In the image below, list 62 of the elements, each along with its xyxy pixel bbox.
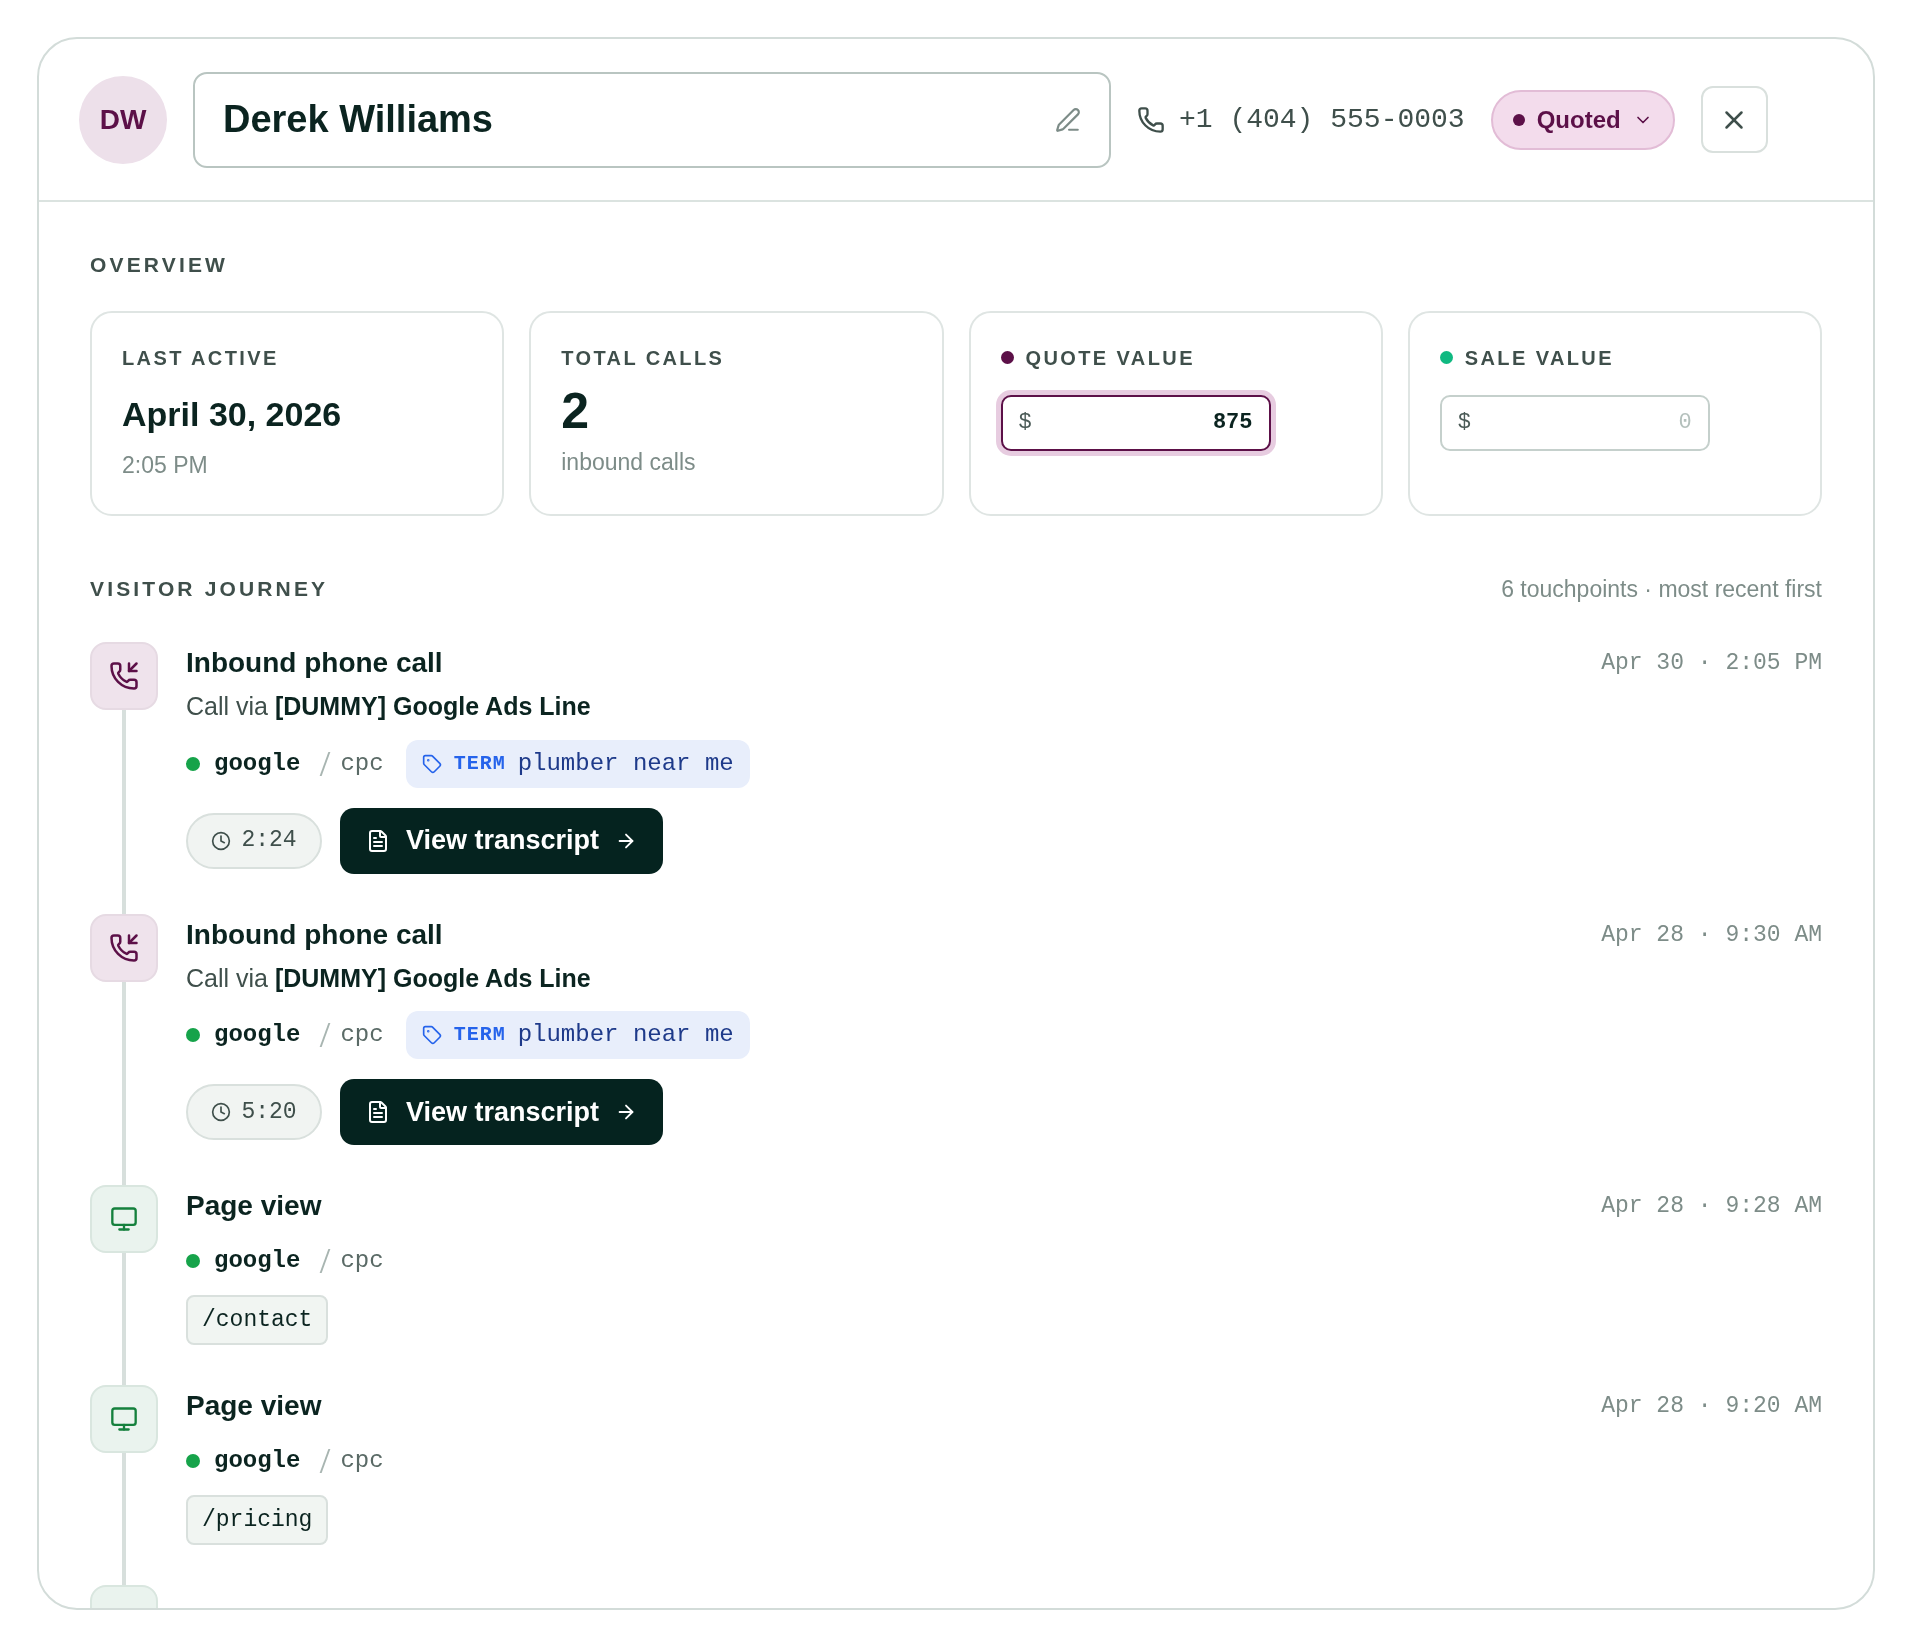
clock-icon [211, 1102, 232, 1122]
close-button[interactable] [1700, 86, 1768, 153]
tag-icon [421, 1025, 442, 1045]
medium-name: cpc [340, 748, 384, 779]
card-label: TOTAL CALLS [561, 345, 725, 371]
touchpoint-summary: 6 touchpoints · most recent first [1501, 574, 1822, 604]
phone-incoming-icon [109, 661, 139, 691]
event-title: Page view [186, 1389, 322, 1423]
amount-input[interactable]: 875 [1039, 406, 1253, 439]
event-time: Apr 30 · 2:05 PM [1601, 649, 1822, 678]
clock-icon [211, 830, 232, 851]
phone-icon [1137, 105, 1165, 134]
document-icon [366, 1100, 390, 1124]
tag-icon [421, 753, 442, 774]
medium-name: cpc [340, 1246, 384, 1276]
page-path: /pricing [186, 1495, 329, 1545]
source-name: google [214, 1246, 301, 1276]
card-subtext: 2:05 PM [122, 450, 209, 480]
event-time: Apr 28 · 9:20 AM [1601, 1392, 1822, 1421]
term-text: plumber near me [517, 1020, 734, 1050]
event-title: Page view [186, 1189, 322, 1223]
event-title: Inbound phone call [186, 646, 443, 680]
card-value: April 30, 2026 [122, 393, 343, 435]
source-name: google [214, 1446, 301, 1476]
event-time: Apr 28 · 9:28 AM [1601, 1192, 1822, 1221]
card-value: 2 [561, 382, 591, 439]
currency-symbol: $ [1018, 409, 1032, 437]
call-line-text: Call via [DUMMY] Google Ads Line [186, 691, 592, 722]
document-icon [366, 828, 390, 853]
status-dropdown[interactable]: Quoted [1490, 89, 1675, 150]
term-label: TERM [453, 750, 506, 777]
event-time: Apr 28 · 9:30 AM [1601, 920, 1822, 950]
name-input[interactable]: Derek Williams [223, 91, 1055, 148]
source-name: google [214, 1020, 301, 1050]
monitor-icon [110, 1405, 138, 1433]
pencil-icon [1055, 106, 1081, 133]
view-transcript-button[interactable]: View transcript [340, 807, 664, 874]
source-name: google [214, 748, 301, 779]
section-heading: VISITOR JOURNEY [90, 576, 329, 602]
event-title: Inbound phone call [186, 917, 443, 952]
duration-text: 5:20 [241, 1097, 297, 1127]
amount-field[interactable]: $ 0 [1439, 394, 1710, 451]
phone-number: +1 (404) 555-0003 [1179, 102, 1465, 137]
duration-text: 2:24 [241, 826, 297, 856]
term-text: plumber near me [517, 748, 734, 779]
medium-name: cpc [340, 1020, 384, 1050]
amount-input[interactable]: 0 [1478, 406, 1692, 439]
monitor-icon [110, 1205, 138, 1233]
phone-incoming-icon [109, 932, 139, 963]
card-label: LAST ACTIVE [122, 345, 279, 371]
card-label: SALE VALUE [1464, 345, 1614, 371]
term-label: TERM [453, 1022, 506, 1048]
avatar: DW [79, 75, 167, 164]
view-transcript-button[interactable]: View transcript [340, 1079, 664, 1145]
card-subtext: inbound calls [561, 447, 697, 477]
medium-name: cpc [340, 1446, 384, 1476]
section-heading: OVERVIEW [90, 252, 229, 278]
name-field[interactable]: Derek Williams [193, 71, 1111, 168]
currency-symbol: $ [1457, 409, 1471, 437]
call-line-text: Call via [DUMMY] Google Ads Line [186, 962, 592, 994]
card-label: QUOTE VALUE [1025, 345, 1195, 371]
page-path: /contact [186, 1295, 329, 1345]
